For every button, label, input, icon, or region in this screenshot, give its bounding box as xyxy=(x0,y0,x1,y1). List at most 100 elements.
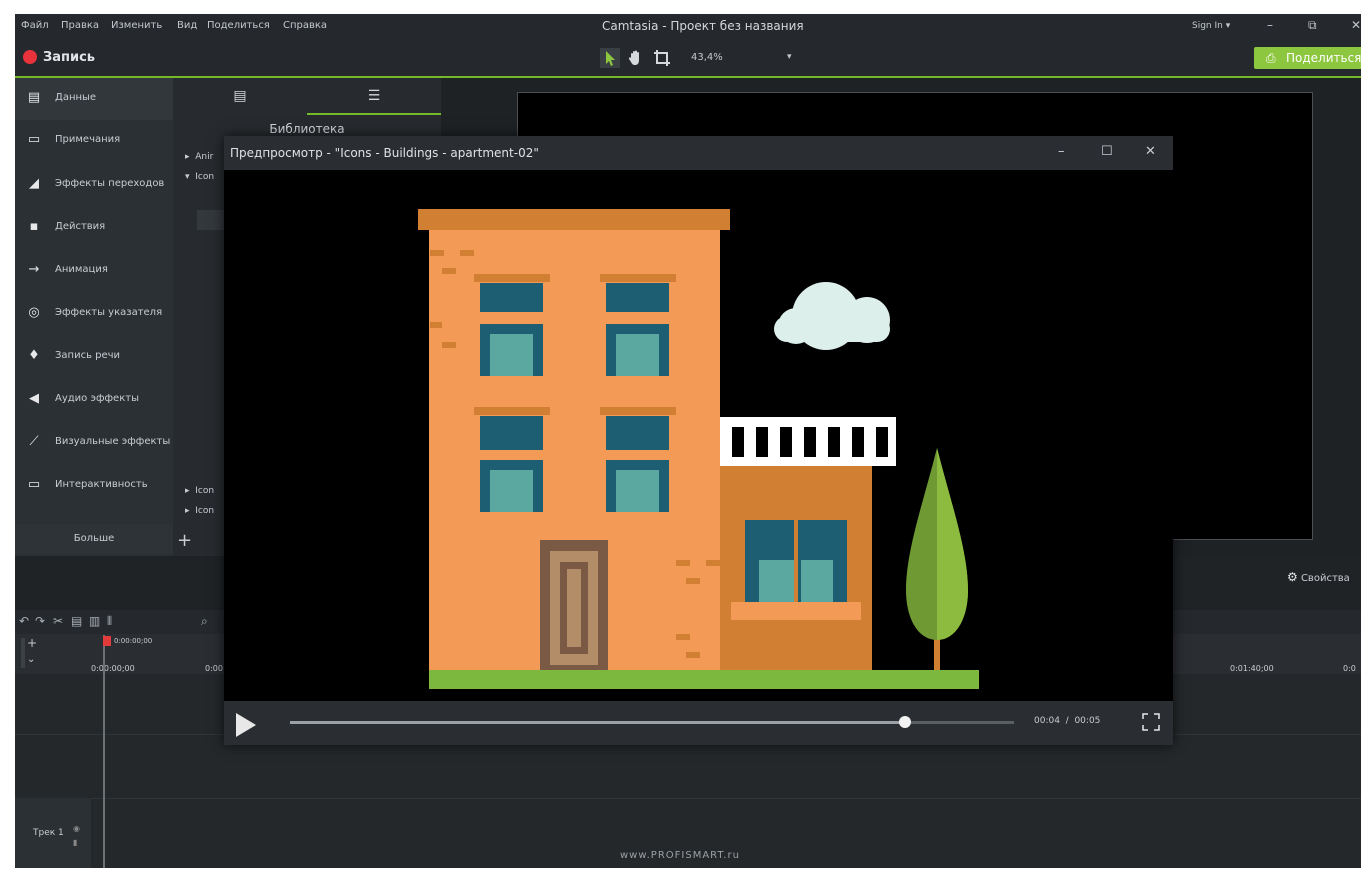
annotation-icon: ▭ xyxy=(27,132,41,147)
more-button[interactable]: Больше xyxy=(15,524,173,554)
add-to-library-button[interactable]: + xyxy=(177,530,192,551)
camtasia-window: Файл Правка Изменить Вид Поделиться Спра… xyxy=(15,14,1361,868)
track-divider xyxy=(15,798,1361,799)
fullscreen-icon[interactable] xyxy=(1142,713,1160,731)
preview-maximize-button[interactable]: ☐ xyxy=(1101,144,1113,159)
share-icon: ⎙ xyxy=(1266,51,1276,65)
undo-icon[interactable]: ↶ xyxy=(19,614,29,628)
library-folder[interactable]: ▸ Icon xyxy=(185,506,214,516)
sidebar-item-audio-effects[interactable]: ◀ Аудио эффекты xyxy=(15,379,173,421)
tab-media-bin[interactable]: ▤ xyxy=(173,78,307,114)
ruler-label: 0:00:00;00 xyxy=(91,664,135,673)
lock-icon[interactable]: ▮ xyxy=(73,838,77,847)
apartment-building-illustration xyxy=(224,170,1173,701)
sidebar-item-behaviors[interactable]: ▪ Действия xyxy=(15,207,173,249)
library-folder[interactable]: ▸ Icon xyxy=(185,486,214,496)
ground xyxy=(429,670,979,689)
tools-sidebar: ▤ Данные ▭ Примечания ◢ Эффекты переходо… xyxy=(15,78,173,556)
ruler-label: 0:0 xyxy=(1343,664,1356,673)
play-button[interactable] xyxy=(236,713,256,737)
playhead-handle[interactable] xyxy=(103,636,111,646)
animation-icon: → xyxy=(28,262,40,277)
library-thumbnail[interactable] xyxy=(197,210,227,230)
sidebar-item-label: Анимация xyxy=(55,264,108,275)
crop-icon[interactable] xyxy=(652,48,672,68)
paste-icon[interactable]: ▥ xyxy=(89,614,100,628)
share-button-label: Поделиться xyxy=(1286,51,1361,65)
menu-modify[interactable]: Изменить xyxy=(111,20,162,31)
sidebar-item-transitions[interactable]: ◢ Эффекты переходов xyxy=(15,164,173,206)
library-folder-label: Icon xyxy=(195,506,215,516)
media-bin-icon: ▤ xyxy=(233,88,247,104)
tab-library[interactable]: ☰ xyxy=(307,78,441,114)
library-folder[interactable]: ▾ Icon xyxy=(185,172,214,182)
record-icon[interactable] xyxy=(23,50,37,64)
progress-bar[interactable] xyxy=(290,716,1014,728)
menu-view[interactable]: Вид xyxy=(177,20,197,31)
library-title: Библиотека xyxy=(269,122,345,136)
record-button[interactable]: Запись xyxy=(43,50,95,65)
properties-button[interactable]: ⚙ Свойства xyxy=(1287,570,1350,584)
progress-knob[interactable] xyxy=(899,716,912,728)
sidebar-item-label: Интерактивность xyxy=(55,479,148,490)
menu-file[interactable]: Файл xyxy=(21,20,49,31)
progress-fill xyxy=(290,721,906,724)
add-track-icon[interactable]: + xyxy=(27,636,37,650)
cut-icon[interactable]: ✂ xyxy=(53,614,63,628)
zoom-slider[interactable] xyxy=(21,638,25,668)
gear-icon: ⚙ xyxy=(1287,570,1298,584)
restore-button[interactable]: ⧉ xyxy=(1308,18,1317,33)
main-toolbar: Запись 43,4% ▾ ⎙ Поделиться xyxy=(15,40,1361,78)
zoom-search-icon[interactable]: ⌕ xyxy=(201,614,208,629)
transition-icon: ◢ xyxy=(29,176,39,191)
watermark: www.PROFISMART.ru xyxy=(620,850,740,861)
magic-wand-icon: ⟋ xyxy=(29,434,39,449)
sidebar-item-label: Запись речи xyxy=(55,350,121,361)
preview-dialog: Предпросмотр - "Icons - Buildings - apar… xyxy=(224,136,1173,745)
sidebar-item-annotations[interactable]: ▭ Примечания xyxy=(15,120,173,162)
total-time: 00:05 xyxy=(1074,716,1101,726)
balcony-railing xyxy=(720,417,896,466)
playhead[interactable] xyxy=(103,635,105,868)
sidebar-item-label: Данные xyxy=(55,92,97,103)
preview-minimize-button[interactable]: – xyxy=(1058,144,1065,159)
sign-in-button[interactable]: Sign In ▾ xyxy=(1192,21,1230,31)
properties-label: Свойства xyxy=(1300,573,1350,584)
sidebar-item-visual-effects[interactable]: ⟋ Визуальные эффекты xyxy=(15,422,173,464)
menu-edit[interactable]: Правка xyxy=(61,20,99,31)
minimize-button[interactable]: – xyxy=(1267,18,1273,32)
select-arrow-icon[interactable] xyxy=(600,48,620,68)
preview-titlebar[interactable]: Предпросмотр - "Icons - Buildings - apar… xyxy=(224,136,1173,170)
sidebar-item-media[interactable]: ▤ Данные xyxy=(15,78,173,120)
sidebar-item-label: Действия xyxy=(55,221,106,232)
track-header[interactable]: Трек 1 ◉ ▮ xyxy=(15,798,91,868)
zoom-dropdown-icon[interactable]: ▾ xyxy=(787,52,792,62)
sidebar-item-voice-narration[interactable]: ♦ Запись речи xyxy=(15,336,173,378)
library-list-icon: ☰ xyxy=(367,88,381,104)
pan-hand-icon[interactable] xyxy=(626,48,646,68)
microphone-icon: ♦ xyxy=(28,348,40,363)
chevron-down-icon[interactable]: ⌄ xyxy=(27,654,35,665)
eye-icon[interactable]: ◉ xyxy=(73,824,80,833)
interactivity-icon: ▭ xyxy=(27,477,41,492)
library-folder-label: Anir xyxy=(195,152,214,162)
copy-icon[interactable]: ▤ xyxy=(71,614,82,628)
menu-bar: Файл Правка Изменить Вид Поделиться Спра… xyxy=(15,14,1361,40)
menu-help[interactable]: Справка xyxy=(283,20,327,31)
preview-close-button[interactable]: ✕ xyxy=(1145,144,1156,159)
annex-window xyxy=(731,520,861,620)
sidebar-item-interactivity[interactable]: ▭ Интерактивность xyxy=(15,465,173,507)
preview-controls: 00:04 / 00:05 xyxy=(224,701,1173,745)
library-folder-label: Icon xyxy=(195,486,215,496)
library-folder[interactable]: ▸ Anir xyxy=(185,152,213,162)
menu-share[interactable]: Поделиться xyxy=(207,20,270,31)
preview-title: Предпросмотр - "Icons - Buildings - apar… xyxy=(230,146,539,160)
close-button[interactable]: ✕ xyxy=(1351,18,1361,32)
sidebar-item-cursor-effects[interactable]: ◎ Эффекты указателя xyxy=(15,293,173,335)
zoom-level[interactable]: 43,4% xyxy=(691,52,723,63)
sidebar-item-animations[interactable]: → Анимация xyxy=(15,250,173,292)
split-icon[interactable]: ⫴ xyxy=(107,614,112,629)
track-label: Трек 1 xyxy=(33,828,64,838)
redo-icon[interactable]: ↷ xyxy=(35,614,45,628)
share-button[interactable]: ⎙ Поделиться xyxy=(1254,47,1361,69)
